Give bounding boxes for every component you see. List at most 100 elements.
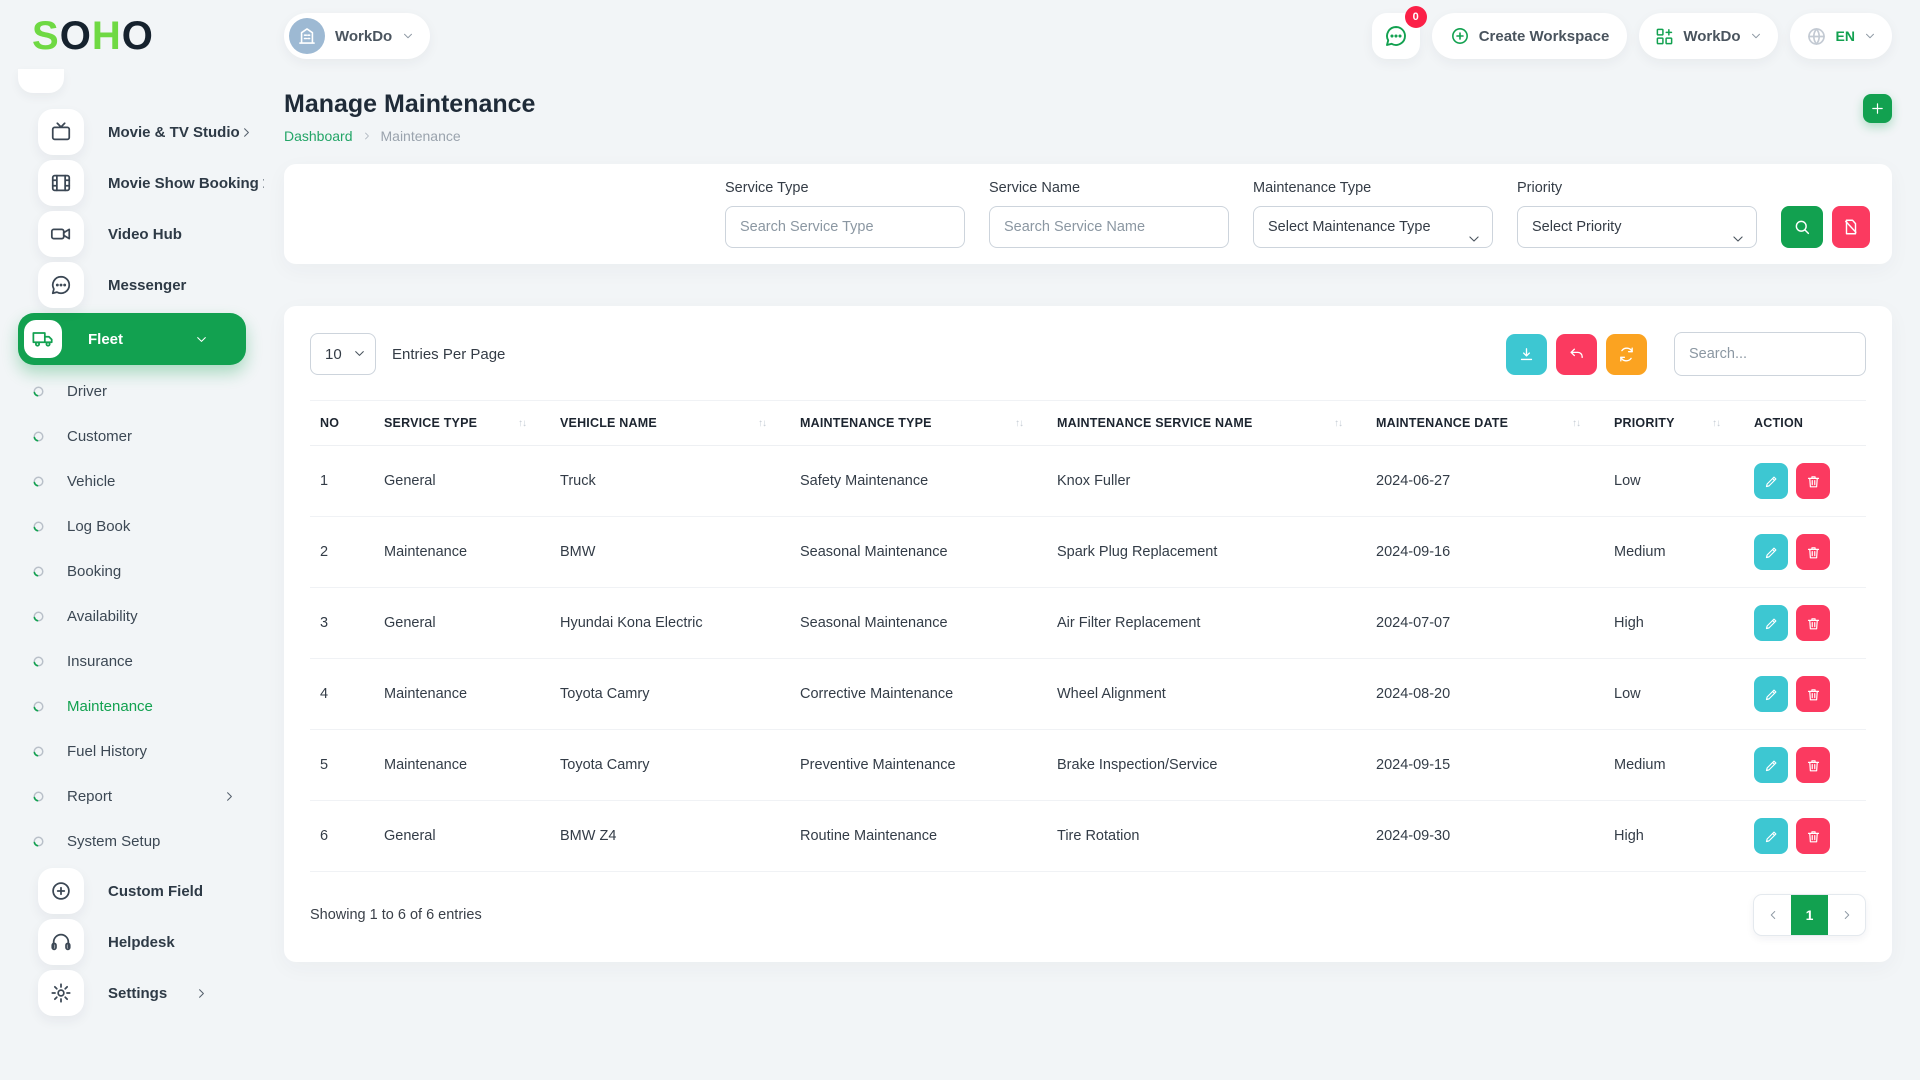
filter-field-service-name: Service Name — [989, 180, 1229, 248]
table-row: 3GeneralHyundai Kona ElectricSeasonal Ma… — [310, 588, 1866, 659]
trash-icon — [1806, 545, 1821, 560]
sort-icon[interactable]: ↑↓ — [1334, 418, 1356, 429]
apply-filter-button[interactable] — [1781, 206, 1823, 248]
pagination-prev[interactable] — [1754, 895, 1791, 935]
sidebar-item-booking[interactable]: Booking — [18, 550, 246, 593]
sidebar-item-fuel-history[interactable]: Fuel History — [18, 730, 246, 773]
delete-button[interactable] — [1796, 534, 1830, 570]
filter-label: Priority — [1517, 180, 1757, 196]
sidebar-item-label: Vehicle — [67, 473, 115, 490]
pagination-next[interactable] — [1828, 895, 1865, 935]
cell-no: 2 — [310, 517, 374, 588]
sidebar-item-settings[interactable]: Settings — [18, 970, 246, 1016]
delete-button[interactable] — [1796, 463, 1830, 499]
entries-per-page-select[interactable]: 10 — [310, 333, 376, 375]
edit-button[interactable] — [1754, 818, 1788, 854]
cell-priority: Medium — [1604, 517, 1744, 588]
messenger-button[interactable]: 0 — [1372, 13, 1420, 59]
add-maintenance-button[interactable] — [1863, 94, 1892, 123]
column-header-maintenance-date[interactable]: MAINTENANCE DATE↑↓ — [1366, 401, 1604, 446]
cell-priority: Low — [1604, 446, 1744, 517]
table-header-row: NO SERVICE TYPE↑↓ VEHICLE NAME↑↓ MAINTEN… — [310, 401, 1866, 446]
page-head: Manage Maintenance Dashboard Maintenance — [284, 90, 1892, 144]
sort-icon[interactable]: ↑↓ — [518, 418, 540, 429]
chevron-down-icon — [402, 30, 414, 42]
trash-icon — [1806, 758, 1821, 773]
sidebar-item-fleet[interactable]: Fleet — [18, 313, 246, 365]
bullet-icon — [32, 835, 45, 848]
pencil-icon — [1764, 758, 1779, 773]
download-button[interactable] — [1506, 334, 1547, 375]
pencil-icon — [1764, 474, 1779, 489]
entries-summary: Showing 1 to 6 of 6 entries — [310, 907, 482, 923]
language-selector[interactable]: EN — [1790, 13, 1892, 59]
pencil-icon — [1764, 687, 1779, 702]
sidebar-item-system-setup[interactable]: System Setup — [18, 820, 246, 863]
column-header-maintenance-type[interactable]: MAINTENANCE TYPE↑↓ — [790, 401, 1047, 446]
cell-maintenance_type: Preventive Maintenance — [790, 730, 1047, 801]
video-camera-icon — [38, 211, 84, 257]
column-header-service-type[interactable]: SERVICE TYPE↑↓ — [374, 401, 550, 446]
bullet-icon — [32, 475, 45, 488]
delete-button[interactable] — [1796, 747, 1830, 783]
sidebar-item-movie-tv-studio[interactable]: Movie & TV Studio — [18, 109, 246, 155]
bullet-icon — [32, 430, 45, 443]
sidebar-item-report[interactable]: Report — [18, 775, 246, 818]
table-search-input[interactable] — [1674, 332, 1866, 376]
delete-button[interactable] — [1796, 676, 1830, 712]
truck-icon — [24, 320, 62, 358]
clear-filter-button[interactable] — [1832, 206, 1870, 248]
filter-label: Service Type — [725, 180, 965, 196]
sidebar-item-insurance[interactable]: Insurance — [18, 640, 246, 683]
edit-button[interactable] — [1754, 463, 1788, 499]
delete-button[interactable] — [1796, 818, 1830, 854]
sort-icon[interactable]: ↑↓ — [1712, 418, 1734, 429]
sidebar-item-video-hub[interactable]: Video Hub — [18, 211, 246, 257]
sidebar-item-availability[interactable]: Availability — [18, 595, 246, 638]
breadcrumb-dashboard-link[interactable]: Dashboard — [284, 128, 353, 144]
sidebar-item-movie-show-booking[interactable]: Movie Show Booking — [18, 160, 246, 206]
breadcrumb: Dashboard Maintenance — [284, 128, 535, 144]
column-header-action: ACTION — [1744, 401, 1866, 446]
sort-icon[interactable]: ↑↓ — [1572, 418, 1594, 429]
entries-per-page-label: Entries Per Page — [392, 346, 505, 363]
column-header-maintenance-service-name[interactable]: MAINTENANCE SERVICE NAME↑↓ — [1047, 401, 1366, 446]
chat-bubble-icon — [38, 262, 84, 308]
workspace-switcher-label: WorkDo — [1683, 28, 1740, 45]
sidebar-item-log-book[interactable]: Log Book — [18, 505, 246, 548]
headphones-icon — [38, 919, 84, 965]
sidebar-item-vehicle[interactable]: Vehicle — [18, 460, 246, 503]
sidebar-item-maintenance[interactable]: Maintenance — [18, 685, 246, 728]
sidebar-item-customer[interactable]: Customer — [18, 415, 246, 458]
service-name-input[interactable] — [989, 206, 1229, 248]
sidebar-item-driver[interactable]: Driver — [18, 370, 246, 413]
edit-button[interactable] — [1754, 676, 1788, 712]
logo-letter: H — [92, 14, 122, 59]
edit-button[interactable] — [1754, 747, 1788, 783]
filter-label: Maintenance Type — [1253, 180, 1493, 196]
maintenance-type-select[interactable]: Select Maintenance Type — [1253, 206, 1493, 248]
edit-button[interactable] — [1754, 605, 1788, 641]
column-header-vehicle-name[interactable]: VEHICLE NAME↑↓ — [550, 401, 790, 446]
logo-letter: S — [32, 14, 60, 59]
soho-logo[interactable]: SOHO — [18, 14, 264, 59]
refresh-button[interactable] — [1606, 334, 1647, 375]
undo-button[interactable] — [1556, 334, 1597, 375]
logo-letter: O — [60, 14, 92, 59]
bullet-icon — [32, 520, 45, 533]
sidebar-item-helpdesk[interactable]: Helpdesk — [18, 919, 246, 965]
service-type-input[interactable] — [725, 206, 965, 248]
sidebar-item-custom-field[interactable]: Custom Field — [18, 868, 246, 914]
column-header-priority[interactable]: PRIORITY↑↓ — [1604, 401, 1744, 446]
workspace-switcher[interactable]: WorkDo — [1639, 13, 1777, 59]
sort-icon[interactable]: ↑↓ — [1015, 418, 1037, 429]
sort-icon[interactable]: ↑↓ — [758, 418, 780, 429]
pagination-page-1[interactable]: 1 — [1791, 895, 1828, 935]
priority-select[interactable]: Select Priority — [1517, 206, 1757, 248]
workspace-pill[interactable]: WorkDo — [284, 13, 430, 59]
edit-button[interactable] — [1754, 534, 1788, 570]
create-workspace-button[interactable]: Create Workspace — [1432, 13, 1628, 59]
sidebar-item-messenger[interactable]: Messenger — [18, 262, 246, 308]
logo-letter: O — [122, 14, 154, 59]
delete-button[interactable] — [1796, 605, 1830, 641]
